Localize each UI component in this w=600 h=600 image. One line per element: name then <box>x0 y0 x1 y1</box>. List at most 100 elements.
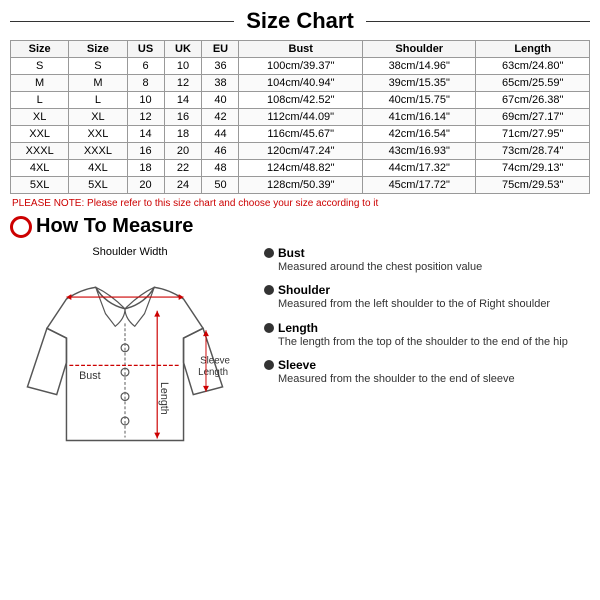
measure-item: Sleeve Measured from the shoulder to the… <box>264 358 590 387</box>
bottom-section: Shoulder Width <box>10 246 590 463</box>
table-cell: 24 <box>164 177 202 194</box>
table-cell: 69cm/27.17" <box>476 109 590 126</box>
title-row: Size Chart <box>10 8 590 34</box>
table-cell: 10 <box>127 92 164 109</box>
table-row: SS61036100cm/39.37"38cm/14.96"63cm/24.80… <box>11 58 590 75</box>
table-row: 5XL5XL202450128cm/50.39"45cm/17.72"75cm/… <box>11 177 590 194</box>
table-cell: 6 <box>127 58 164 75</box>
table-cell: 10 <box>164 58 202 75</box>
table-cell: 65cm/25.59" <box>476 75 590 92</box>
table-cell: 75cm/29.53" <box>476 177 590 194</box>
table-cell: 73cm/28.74" <box>476 143 590 160</box>
table-cell: 44cm/17.32" <box>363 160 476 177</box>
measure-item: Shoulder Measured from the left shoulder… <box>264 283 590 312</box>
table-cell: 14 <box>164 92 202 109</box>
table-cell: 71cm/27.95" <box>476 126 590 143</box>
measure-item-desc: Measured around the chest position value <box>278 260 590 275</box>
measure-item-name: Sleeve <box>278 358 316 372</box>
svg-text:Length: Length <box>198 367 228 378</box>
measure-item-title: Shoulder <box>264 283 590 297</box>
table-cell: 100cm/39.37" <box>239 58 363 75</box>
table-cell: 104cm/40.94" <box>239 75 363 92</box>
table-cell: 18 <box>164 126 202 143</box>
bullet-dot <box>264 323 274 333</box>
table-cell: 74cm/29.13" <box>476 160 590 177</box>
measure-item-name: Bust <box>278 246 305 260</box>
table-cell: 16 <box>164 109 202 126</box>
title-line-left <box>10 21 234 22</box>
bullet-dot <box>264 360 274 370</box>
measure-item-title: Length <box>264 321 590 335</box>
table-cell: 12 <box>164 75 202 92</box>
circle-icon <box>10 216 32 238</box>
table-cell: 116cm/45.67" <box>239 126 363 143</box>
table-cell: 22 <box>164 160 202 177</box>
svg-text:Sleeve: Sleeve <box>200 355 230 366</box>
table-cell: 46 <box>202 143 239 160</box>
table-cell: 67cm/26.38" <box>476 92 590 109</box>
measure-item-desc: Measured from the shoulder to the end of… <box>278 372 590 387</box>
table-cell: 45cm/17.72" <box>363 177 476 194</box>
table-cell: 42 <box>202 109 239 126</box>
table-cell: L <box>11 92 69 109</box>
jacket-diagram: Bust Length Sleeve Length <box>10 260 240 460</box>
measure-item-desc: Measured from the left shoulder to the o… <box>278 297 590 312</box>
measure-item: Length The length from the top of the sh… <box>264 321 590 350</box>
table-cell: S <box>69 58 127 75</box>
table-cell: 16 <box>127 143 164 160</box>
table-header: UK <box>164 41 202 58</box>
table-cell: 4XL <box>11 160 69 177</box>
main-container: Size Chart SizeSizeUSUKEUBustShoulderLen… <box>0 0 600 600</box>
table-cell: 48 <box>202 160 239 177</box>
table-cell: 50 <box>202 177 239 194</box>
measure-item-name: Shoulder <box>278 283 330 297</box>
table-cell: S <box>11 58 69 75</box>
table-cell: 44 <box>202 126 239 143</box>
table-cell: 39cm/15.35" <box>363 75 476 92</box>
table-header-row: SizeSizeUSUKEUBustShoulderLength <box>11 41 590 58</box>
table-cell: 41cm/16.14" <box>363 109 476 126</box>
svg-text:Length: Length <box>158 382 170 415</box>
table-row: XLXL121642112cm/44.09"41cm/16.14"69cm/27… <box>11 109 590 126</box>
table-cell: XXXL <box>11 143 69 160</box>
table-cell: 124cm/48.82" <box>239 160 363 177</box>
table-cell: M <box>11 75 69 92</box>
table-cell: M <box>69 75 127 92</box>
table-cell: 4XL <box>69 160 127 177</box>
table-cell: 20 <box>164 143 202 160</box>
table-cell: 5XL <box>11 177 69 194</box>
table-cell: 112cm/44.09" <box>239 109 363 126</box>
bullet-dot <box>264 248 274 258</box>
table-cell: 40cm/15.75" <box>363 92 476 109</box>
table-cell: 14 <box>127 126 164 143</box>
measure-item: Bust Measured around the chest position … <box>264 246 590 275</box>
table-row: XXXLXXXL162046120cm/47.24"43cm/16.93"73c… <box>11 143 590 160</box>
measure-item-name: Length <box>278 321 318 335</box>
table-cell: 120cm/47.24" <box>239 143 363 160</box>
table-row: MM81238104cm/40.94"39cm/15.35"65cm/25.59… <box>11 75 590 92</box>
table-cell: 42cm/16.54" <box>363 126 476 143</box>
table-cell: XXXL <box>69 143 127 160</box>
table-cell: L <box>69 92 127 109</box>
table-cell: 38cm/14.96" <box>363 58 476 75</box>
table-row: LL101440108cm/42.52"40cm/15.75"67cm/26.3… <box>11 92 590 109</box>
table-cell: 8 <box>127 75 164 92</box>
diagram-area: Shoulder Width <box>10 246 250 463</box>
svg-text:Bust: Bust <box>79 370 100 382</box>
measure-item-title: Bust <box>264 246 590 260</box>
table-cell: 128cm/50.39" <box>239 177 363 194</box>
table-header: US <box>127 41 164 58</box>
how-to-measure-title: How To Measure <box>36 215 193 238</box>
measure-info: Bust Measured around the chest position … <box>260 246 590 463</box>
table-row: XXLXXL141844116cm/45.67"42cm/16.54"71cm/… <box>11 126 590 143</box>
table-cell: 40 <box>202 92 239 109</box>
bullet-dot <box>264 285 274 295</box>
table-header: Shoulder <box>363 41 476 58</box>
table-header: Length <box>476 41 590 58</box>
table-cell: 20 <box>127 177 164 194</box>
table-cell: 12 <box>127 109 164 126</box>
table-cell: XXL <box>69 126 127 143</box>
measure-item-title: Sleeve <box>264 358 590 372</box>
table-cell: 108cm/42.52" <box>239 92 363 109</box>
shoulder-width-label: Shoulder Width <box>10 246 250 258</box>
